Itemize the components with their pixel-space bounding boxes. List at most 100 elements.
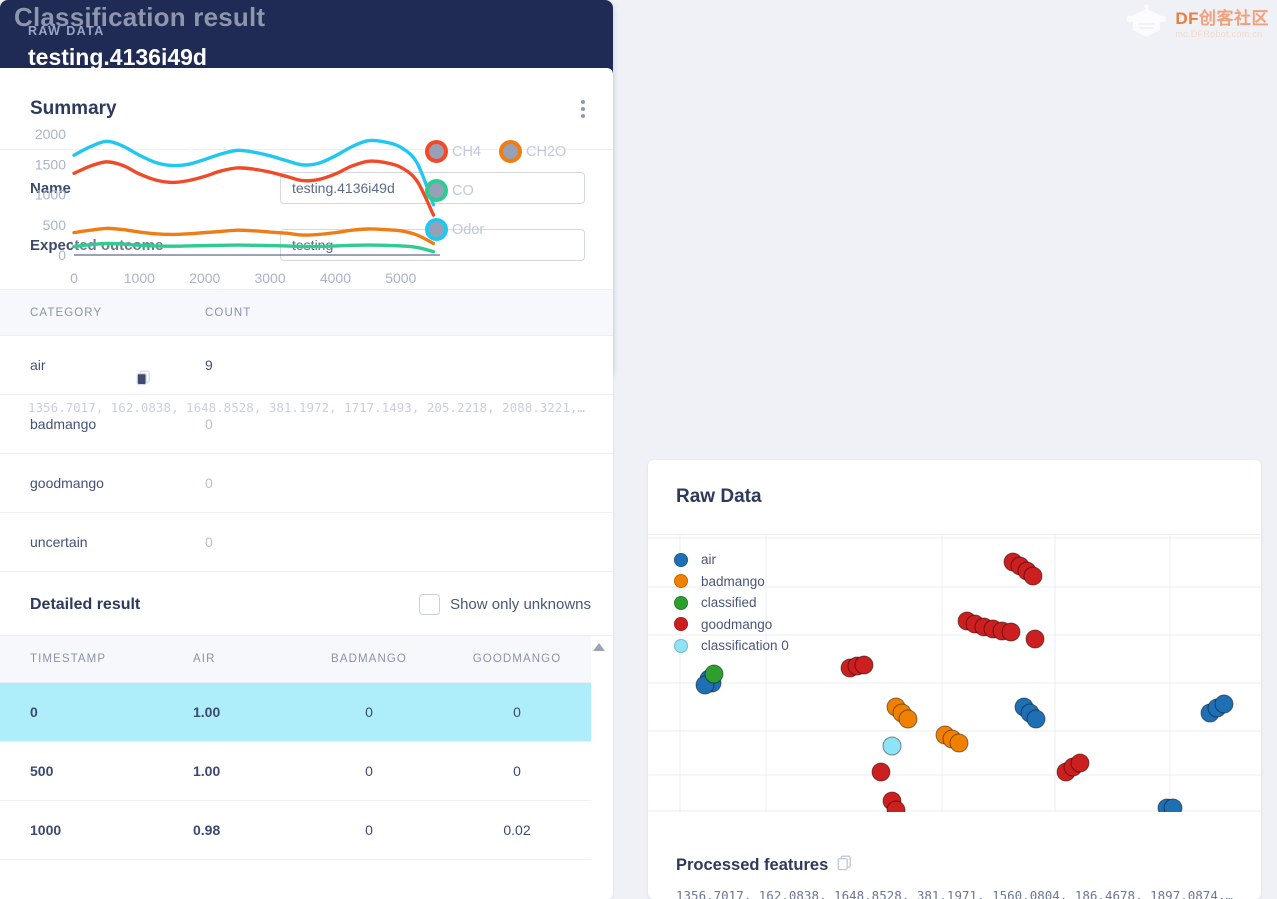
table-row[interactable]: uncertain 0	[0, 512, 613, 572]
timestamp-cell: 500	[0, 741, 185, 801]
count-column-header: COUNT	[205, 289, 613, 336]
show-only-unknowns-toggle[interactable]: Show only unknowns	[419, 594, 591, 615]
table-row[interactable]: goodmango 0	[0, 453, 613, 513]
air-cell: 1.00	[185, 682, 295, 742]
legend-item[interactable]: air	[674, 549, 789, 571]
air-column-header: AIR	[185, 636, 295, 683]
legend-label: air	[701, 552, 717, 568]
raw-features-label: Raw features	[28, 371, 128, 389]
scatter-point[interactable]	[1001, 622, 1021, 642]
badmango-cell: 0	[295, 741, 443, 801]
show-only-unknowns-label: Show only unknowns	[450, 596, 591, 613]
scatter-point[interactable]	[1026, 709, 1046, 729]
raw-data-kicker: RAW DATA	[28, 24, 105, 38]
air-cell: 0.98	[185, 800, 295, 860]
summary-title: Summary	[30, 97, 117, 119]
legend-item[interactable]: CH2O	[499, 140, 566, 163]
category-table-header-row: CATEGORY COUNT	[0, 289, 613, 336]
legend-color-dot	[499, 140, 523, 163]
category-cell: uncertain	[0, 512, 205, 572]
scatter-point[interactable]	[1023, 566, 1043, 586]
goodmango-cell: 0	[443, 741, 591, 801]
y-axis-tick-label: 1000	[35, 187, 66, 203]
y-axis-tick-label: 0	[58, 247, 66, 263]
scatter-title: Raw Data	[676, 486, 762, 507]
y-axis-tick-label: 1500	[35, 156, 66, 172]
badmango-cell: 0	[295, 800, 443, 860]
scatter-point[interactable]	[1214, 694, 1234, 714]
legend-item[interactable]: CH4	[425, 140, 481, 163]
table-row[interactable]: 500 1.00 0 0	[0, 741, 591, 801]
table-row[interactable]: 1000 0.98 0 0.02	[0, 800, 591, 860]
goodmango-cell: 0.02	[443, 800, 591, 860]
goodmango-column-header: GOODMANGO	[443, 636, 591, 683]
legend-item[interactable]: classification 0	[674, 635, 789, 657]
legend-label: CH2O	[526, 143, 567, 160]
detailed-result-table-wrap: TIMESTAMP AIR BADMANGO GOODMANGO 0 1.00 0 0…	[0, 635, 613, 860]
legend-color-dot	[674, 617, 688, 632]
scatter-point[interactable]	[1025, 629, 1045, 649]
dfrobot-robot-icon	[1125, 4, 1169, 44]
legend-item[interactable]: badmango	[674, 571, 789, 593]
detailed-table-header-row: TIMESTAMP AIR BADMANGO GOODMANGO	[0, 636, 591, 683]
scatter-point[interactable]	[1070, 753, 1090, 773]
scroll-up-arrow-icon[interactable]	[593, 643, 605, 651]
scatter-point[interactable]	[898, 709, 918, 729]
count-cell: 9	[205, 335, 613, 395]
brand-name: DF创客社区	[1175, 8, 1269, 28]
legend-color-dot	[425, 179, 448, 202]
goodmango-cell: 0	[443, 682, 591, 742]
detailed-result-bar: Detailed result Show only unknowns	[0, 572, 613, 635]
kebab-menu-icon[interactable]	[575, 94, 591, 124]
legend-label: CH4	[452, 143, 482, 160]
legend-item[interactable]: classified	[674, 592, 789, 614]
scatter-point[interactable]	[854, 655, 874, 675]
detailed-result-table: TIMESTAMP AIR BADMANGO GOODMANGO 0 1.00 0 0…	[0, 636, 591, 860]
raw-data-chart-legend: CH4 CH2O CO Odor	[425, 140, 610, 257]
legend-item[interactable]: CO	[425, 179, 474, 202]
count-cell: 0	[205, 453, 613, 513]
raw-data-title: testing.4136i49d	[28, 44, 207, 70]
timestamp-cell: 1000	[0, 800, 185, 860]
scatter-point[interactable]	[704, 664, 724, 684]
category-cell: goodmango	[0, 453, 205, 513]
classification-result-page: Classification result DF创客社区 mc.DFRobot.…	[0, 0, 1277, 899]
x-axis-tick-label: 3000	[254, 270, 285, 286]
legend-label: classified	[701, 595, 757, 611]
legend-color-dot	[425, 140, 448, 163]
x-axis-tick-label: 1000	[124, 270, 155, 286]
badmango-column-header: BADMANGO	[295, 636, 443, 683]
legend-label: Odor	[452, 221, 485, 238]
brand-text: DF创客社区 mc.DFRobot.com.cn	[1175, 10, 1269, 39]
copy-icon[interactable]	[136, 370, 151, 391]
legend-label: CO	[452, 182, 474, 199]
legend-color-dot	[674, 574, 688, 589]
air-cell: 1.00	[185, 741, 295, 801]
brand-url: mc.DFRobot.com.cn	[1175, 28, 1263, 39]
scatter-plot-area: air badmango classified goodmango classifica…	[648, 535, 1261, 820]
copy-icon[interactable]	[837, 855, 852, 876]
brand-logo: DF创客社区 mc.DFRobot.com.cn	[1125, 4, 1269, 44]
legend-label: classification 0	[701, 638, 789, 654]
raw-data-line-chart: 0 500 1000 1500 2000 0 1000 2000 3000 4000 5000	[35, 124, 440, 286]
raw-features-label-row: Raw features	[28, 370, 151, 391]
badmango-cell: 0	[295, 682, 443, 742]
scatter-point[interactable]	[882, 736, 902, 756]
scatter-point[interactable]	[871, 762, 891, 782]
timestamp-column-header: TIMESTAMP	[0, 636, 185, 683]
legend-item[interactable]: Odor	[425, 218, 484, 241]
x-axis-tick-label: 4000	[320, 270, 351, 286]
scatter-point[interactable]	[949, 733, 969, 753]
legend-color-dot	[674, 595, 688, 610]
legend-color-dot	[674, 638, 688, 653]
legend-label: badmango	[701, 573, 765, 589]
legend-row: CO	[425, 179, 610, 202]
table-row[interactable]: 0 1.00 0 0	[0, 682, 591, 742]
legend-row: CH4 CH2O	[425, 140, 610, 163]
y-axis-tick-label: 500	[43, 217, 67, 233]
processed-features-label-row: Processed features	[676, 855, 852, 876]
legend-item[interactable]: goodmango	[674, 614, 789, 636]
scatter-point[interactable]	[1163, 798, 1183, 818]
show-only-unknowns-checkbox[interactable]	[419, 594, 441, 615]
x-axis-tick-label: 5000	[385, 270, 416, 286]
